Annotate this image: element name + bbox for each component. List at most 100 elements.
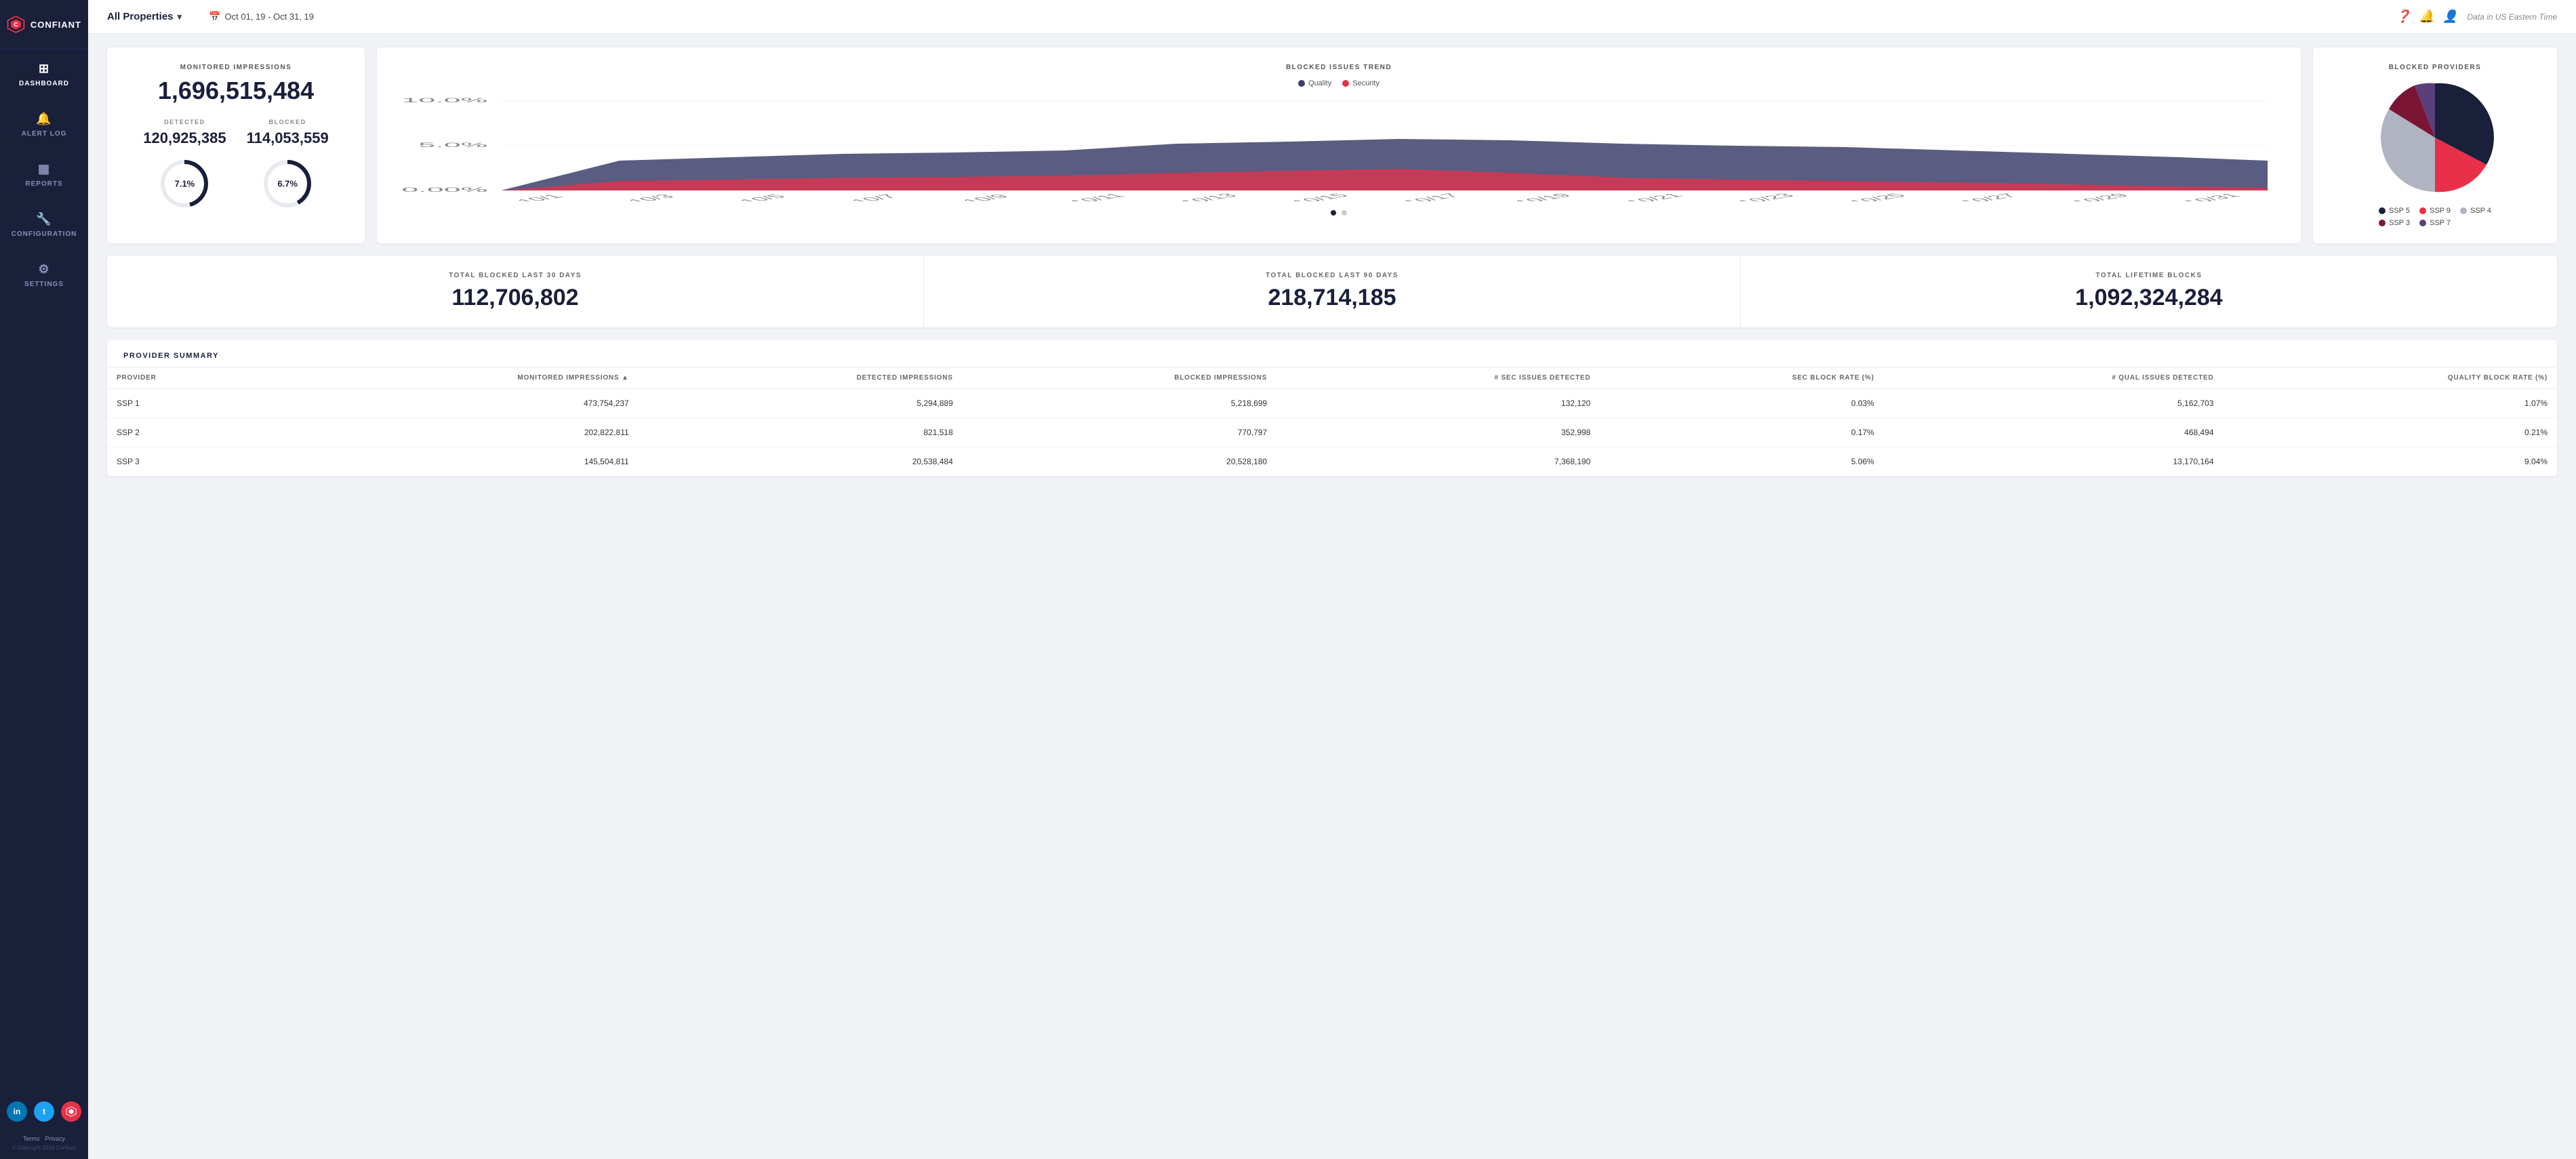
summary-row: TOTAL BLOCKED LAST 30 DAYS 112,706,802 T… [107,256,2557,327]
cell-qual-detected: 468,494 [1884,418,2223,447]
chart-pagination [393,210,2285,216]
svg-text:10/23: 10/23 [1733,192,1799,201]
user-icon[interactable]: 👤 [2442,9,2457,24]
ssp3-dot [2379,220,2386,226]
svg-text:0.00%: 0.00% [401,186,487,193]
quality-label: Quality [1308,79,1331,87]
cell-blocked: 20,528,180 [963,447,1276,476]
table-row: SSP 3 145,504,811 20,538,484 20,528,180 … [107,447,2557,476]
cell-blocked: 770,797 [963,418,1276,447]
ssp3-label: SSP 3 [2389,219,2410,227]
ssp4-dot [2460,207,2467,214]
sidebar-item-settings[interactable]: ⚙ SETTINGS [0,250,88,300]
trend-legend: Quality Security [393,79,2285,87]
chart-dot-2[interactable] [1342,210,1347,216]
cell-sec-rate: 0.03% [1600,389,1883,418]
svg-text:10/3: 10/3 [623,193,679,201]
cell-provider: SSP 3 [107,447,272,476]
alert-log-label: ALERT LOG [22,130,67,138]
summary-last-90: TOTAL BLOCKED LAST 90 DAYS 218,714,185 [924,256,1741,327]
detected-label: DETECTED [164,119,205,125]
cell-detected: 20,538,484 [639,447,963,476]
cell-monitored: 202,822,811 [272,418,638,447]
blocked-donut: 6.7% [260,157,315,211]
twitter-button[interactable]: t [34,1101,54,1122]
table-row: SSP 2 202,822,811 821,518 770,797 352,99… [107,418,2557,447]
ssp5-legend: SSP 5 [2379,207,2410,215]
providers-title: BLOCKED PROVIDERS [2389,64,2482,71]
svg-text:10/9: 10/9 [958,193,1013,201]
dashboard-content: MONITORED IMPRESSIONS 1,696,515,484 DETE… [88,34,2576,490]
monitored-title: MONITORED IMPRESSIONS [180,64,292,71]
ssp7-label: SSP 7 [2430,219,2451,227]
summary-90-value: 218,714,185 [1268,285,1396,311]
copyright-text: © Copyright 2019 Confiant [12,1145,76,1159]
svg-text:10/11: 10/11 [1064,192,1129,201]
cell-qual-rate: 1.07% [2223,389,2557,418]
dashboard-label: DASHBOARD [19,80,69,87]
sidebar-item-alert-log[interactable]: 🔔 ALERT LOG [0,100,88,150]
sidebar-item-reports[interactable]: ▦ REPORTS [0,150,88,200]
table-header-row: Provider Monitored Impressions ▲ Detecte… [107,367,2557,389]
cell-monitored: 473,754,237 [272,389,638,418]
cell-sec-rate: 0.17% [1600,418,1883,447]
chart-dot-1[interactable] [1331,210,1336,216]
properties-selector[interactable]: All Properties ▾ [107,11,182,22]
cell-qual-detected: 5,162,703 [1884,389,2223,418]
terms-link[interactable]: Terms [23,1135,40,1142]
linkedin-button[interactable]: in [7,1101,27,1122]
trend-title: BLOCKED ISSUES TREND [393,64,2285,71]
th-qual-detected: # Qual Issues Detected [1884,367,2223,389]
ssp7-dot [2419,220,2426,226]
notifications-icon[interactable]: 🔔 [2419,9,2434,24]
detected-pct: 7.1% [175,179,195,189]
th-monitored[interactable]: Monitored Impressions ▲ [272,367,638,389]
cell-sec-rate: 5.06% [1600,447,1883,476]
svg-text:10/27: 10/27 [1955,192,2021,201]
th-provider: Provider [107,367,272,389]
monitored-impressions-card: MONITORED IMPRESSIONS 1,696,515,484 DETE… [107,47,365,243]
cell-provider: SSP 2 [107,418,272,447]
cell-qual-rate: 9.04% [2223,447,2557,476]
blocked-stat: BLOCKED 114,053,559 6.7% [247,119,329,211]
reports-icon: ▦ [38,162,50,176]
configuration-label: CONFIGURATION [12,230,77,238]
sidebar-item-configuration[interactable]: 🔧 CONFIGURATION [0,200,88,250]
privacy-link[interactable]: Privacy [45,1135,65,1142]
security-label: Security [1352,79,1380,87]
svg-text:10.0%: 10.0% [401,97,487,104]
ssp5-dot [2379,207,2386,214]
blocked-value: 114,053,559 [247,129,329,147]
summary-lifetime-label: TOTAL LIFETIME BLOCKS [2095,272,2202,279]
svg-text:10/13: 10/13 [1175,192,1241,201]
date-range-display[interactable]: 📅 Oct 01, 19 - Oct 31, 19 [209,11,314,22]
provider-table-title: PROVIDER SUMMARY [107,340,2557,367]
calendar-icon: 📅 [209,11,220,22]
th-qual-rate: Quality Block Rate (%) [2223,367,2557,389]
ssp9-label: SSP 9 [2430,207,2451,215]
social-links: in t [7,1092,81,1131]
settings-label: SETTINGS [24,281,64,288]
quality-dot [1298,80,1305,87]
blocked-label: BLOCKED [269,119,306,125]
cell-detected: 821,518 [639,418,963,447]
blocked-pct: 6.7% [277,179,298,189]
svg-text:10/7: 10/7 [846,193,902,201]
ssp7-legend: SSP 7 [2419,219,2451,227]
th-blocked: Blocked Impressions [963,367,1276,389]
blocked-trend-card: BLOCKED ISSUES TREND Quality Security 10… [377,47,2301,243]
svg-text:10/31: 10/31 [2178,192,2245,201]
top-cards-row: MONITORED IMPRESSIONS 1,696,515,484 DETE… [107,47,2557,243]
main-content: All Properties ▾ 📅 Oct 01, 19 - Oct 31, … [88,0,2576,1159]
svg-text:10/19: 10/19 [1510,192,1576,201]
sidebar-item-dashboard[interactable]: ⊞ DASHBOARD [0,49,88,100]
footer-links: Terms Privacy [23,1131,65,1145]
logo-area: C CONFIANT [0,0,88,49]
summary-lifetime-value: 1,092,324,284 [2075,285,2222,311]
svg-text:C: C [14,22,18,28]
chevron-down-icon: ▾ [178,12,182,22]
legend-security: Security [1342,79,1380,87]
confiant-social-icon [66,1106,77,1117]
help-icon[interactable]: ❓ [2396,9,2411,24]
confiant-social-button[interactable] [61,1101,81,1122]
